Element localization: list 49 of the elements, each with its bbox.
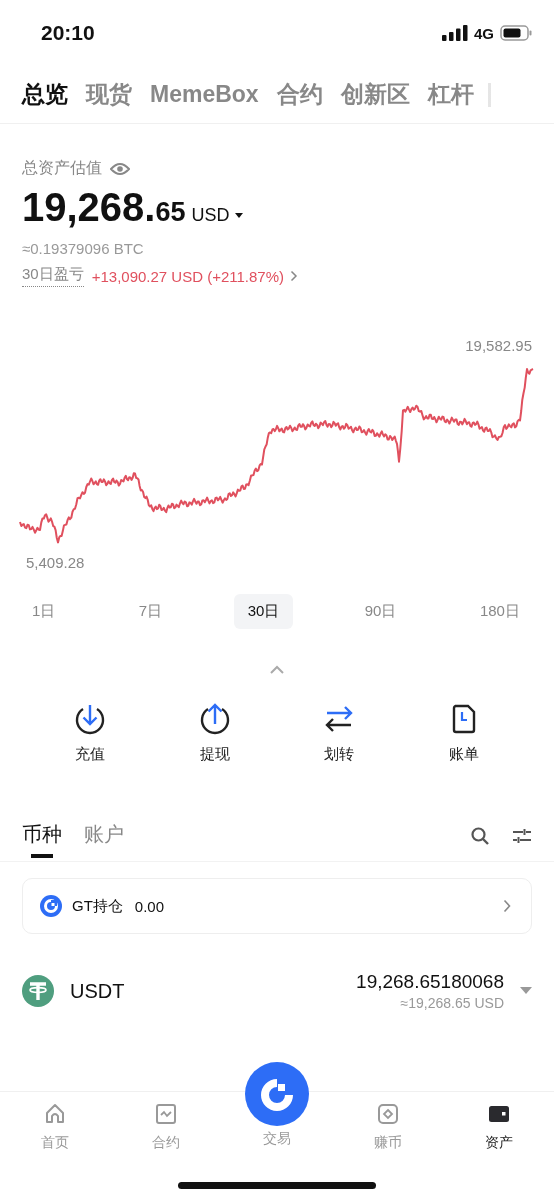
action-button[interactable]: 充值 <box>45 703 136 764</box>
signal-icon <box>442 25 468 41</box>
period-tab[interactable]: 90日 <box>352 594 409 629</box>
home-icon <box>43 1102 67 1126</box>
chevron-right-icon <box>290 270 299 282</box>
total-assets-value: 19,268.65 <box>22 185 186 230</box>
caret-down-icon[interactable] <box>520 987 532 995</box>
nav-tab[interactable]: 资产 <box>464 1092 534 1200</box>
nav-tab[interactable]: 交易 <box>242 1062 312 1148</box>
status-time: 20:10 <box>41 21 95 45</box>
top-tab[interactable]: MemeBox <box>150 81 259 108</box>
network-label: 4G <box>474 24 494 42</box>
tether-logo-icon <box>22 975 54 1007</box>
arrow-up-circle-icon <box>198 703 231 735</box>
top-tab[interactable]: 现货 <box>86 79 132 110</box>
top-tab[interactable]: 总览 <box>22 79 68 110</box>
chart-max-label: 19,582.95 <box>464 337 533 356</box>
top-tab[interactable]: 合约 <box>276 79 323 110</box>
diamond-square-icon <box>376 1102 400 1126</box>
top-tab[interactable]: 杠杆 <box>427 79 474 110</box>
chart-min-label: 5,409.28 <box>25 554 86 573</box>
chevron-right-icon <box>503 899 511 913</box>
nav-tab[interactable]: 赚币 <box>353 1092 423 1200</box>
arrow-down-circle-icon <box>74 703 107 735</box>
btc-value: ≈0.19379096 BTC <box>22 240 145 257</box>
asset-row[interactable]: USDT 19,268.65180068 ≈19,268.65 USD <box>0 964 554 1018</box>
chevron-up-icon[interactable] <box>269 665 285 675</box>
chart-square-icon <box>154 1102 178 1126</box>
nav-tab[interactable]: 合约 <box>131 1092 201 1200</box>
period-tab[interactable]: 1日 <box>20 594 68 629</box>
period-tab[interactable]: 30日 <box>233 594 294 629</box>
gt-holdings-card[interactable]: GT持仓 0.00 <box>22 878 532 934</box>
action-button[interactable]: 账单 <box>418 703 509 764</box>
gt-logo-icon <box>40 895 62 917</box>
pnl-label[interactable]: 30日盈亏 <box>22 265 84 287</box>
action-button[interactable]: 提现 <box>169 703 260 764</box>
total-assets-label: 总资产估值 <box>22 158 102 178</box>
search-icon[interactable] <box>470 825 490 846</box>
filter-sliders-icon[interactable] <box>512 827 532 844</box>
period-tab[interactable]: 7日 <box>126 594 175 629</box>
nav-tab[interactable]: 首页 <box>20 1092 90 1200</box>
pnl-link[interactable]: +13,090.27 USD (+211.87%) <box>91 267 299 285</box>
period-tab[interactable]: 180日 <box>467 594 532 629</box>
top-tab[interactable]: 创新区 <box>340 79 410 110</box>
battery-icon <box>500 25 532 41</box>
action-button[interactable]: 划转 <box>294 703 385 764</box>
eye-icon[interactable] <box>110 161 130 176</box>
currency-dropdown[interactable]: USD <box>191 205 244 226</box>
caret-icon <box>233 212 244 219</box>
